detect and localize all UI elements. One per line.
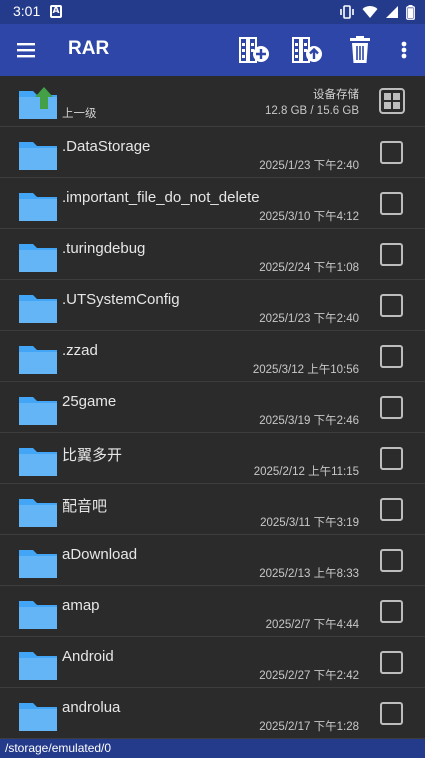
status-bar: 3:01 A xyxy=(0,0,425,24)
app-title: RAR xyxy=(68,38,110,59)
folder-icon xyxy=(19,244,57,272)
battery-icon xyxy=(406,4,415,20)
file-date: 2025/2/24 下午1:08 xyxy=(259,262,359,274)
status-icons xyxy=(339,4,415,20)
file-name: Android xyxy=(62,648,114,665)
notification-icon: A xyxy=(50,5,62,18)
file-row[interactable]: 配音吧 2025/3/11 下午3:19 xyxy=(0,484,425,535)
storage-size: 12.8 GB / 15.6 GB xyxy=(265,105,359,117)
status-time: 3:01 xyxy=(13,3,41,19)
file-name: 25game xyxy=(62,393,117,410)
select-checkbox[interactable] xyxy=(380,396,403,419)
app-bar: RAR xyxy=(0,24,425,76)
folder-icon xyxy=(19,499,57,527)
folder-icon xyxy=(19,448,57,476)
file-name: aDownload xyxy=(62,546,138,563)
signal-icon xyxy=(386,6,398,18)
file-date: 2025/1/23 下午2:40 xyxy=(259,160,359,172)
select-checkbox[interactable] xyxy=(380,192,403,215)
add-to-archive-icon[interactable] xyxy=(238,36,270,64)
grid-view-icon[interactable] xyxy=(379,88,405,114)
file-row[interactable]: androlua 2025/2/17 下午1:28 xyxy=(0,688,425,739)
select-checkbox[interactable] xyxy=(380,549,403,572)
file-list: 上一级 设备存储 12.8 GB / 15.6 GB .DataStorage … xyxy=(0,76,425,739)
folder-icon xyxy=(19,703,57,731)
file-date: 2025/3/10 下午4:12 xyxy=(259,211,359,223)
folder-icon xyxy=(19,652,57,680)
file-date: 2025/3/19 下午2:46 xyxy=(259,415,359,427)
file-date: 2025/1/23 下午2:40 xyxy=(259,313,359,325)
file-name: 比翼多开 xyxy=(62,447,123,464)
file-name: .UTSystemConfig xyxy=(62,291,180,308)
file-date: 2025/3/12 上午10:56 xyxy=(252,364,359,376)
file-name: .zzad xyxy=(62,342,98,359)
file-row[interactable]: .important_file_do_not_delete 2025/3/10 … xyxy=(0,178,425,229)
vibrate-icon xyxy=(340,5,354,19)
select-checkbox[interactable] xyxy=(380,294,403,317)
folder-icon xyxy=(19,601,57,629)
path-bar: /storage/emulated/0 xyxy=(0,739,425,758)
more-options-icon[interactable] xyxy=(394,36,414,64)
delete-icon[interactable] xyxy=(344,36,376,64)
wifi-icon xyxy=(362,6,378,19)
folder-icon xyxy=(19,193,57,221)
select-checkbox[interactable] xyxy=(380,345,403,368)
file-name: androlua xyxy=(62,699,121,716)
select-checkbox[interactable] xyxy=(380,243,403,266)
folder-icon xyxy=(19,346,57,374)
file-name: .DataStorage xyxy=(62,138,151,155)
file-row[interactable]: .UTSystemConfig 2025/1/23 下午2:40 xyxy=(0,280,425,331)
select-checkbox[interactable] xyxy=(380,498,403,521)
folder-icon xyxy=(19,142,57,170)
parent-directory-row[interactable]: 上一级 设备存储 12.8 GB / 15.6 GB xyxy=(0,76,425,127)
parent-directory-label: 上一级 xyxy=(62,108,97,120)
file-date: 2025/2/17 下午1:28 xyxy=(259,721,359,733)
select-checkbox[interactable] xyxy=(380,702,403,725)
select-checkbox[interactable] xyxy=(380,651,403,674)
file-date: 2025/2/12 上午11:15 xyxy=(253,466,359,478)
parent-folder-icon xyxy=(19,87,57,119)
select-checkbox[interactable] xyxy=(380,447,403,470)
extract-archive-icon[interactable] xyxy=(291,36,323,64)
file-date: 2025/2/13 上午8:33 xyxy=(259,568,359,580)
folder-icon xyxy=(19,397,57,425)
file-row[interactable]: 25game 2025/3/19 下午2:46 xyxy=(0,382,425,433)
menu-icon[interactable] xyxy=(14,38,38,62)
select-checkbox[interactable] xyxy=(380,141,403,164)
select-checkbox[interactable] xyxy=(380,600,403,623)
storage-label: 设备存储 xyxy=(313,89,359,101)
file-row[interactable]: Android 2025/2/27 下午2:42 xyxy=(0,637,425,688)
file-date: 2025/3/11 下午3:19 xyxy=(260,517,359,529)
file-date: 2025/2/7 下午4:44 xyxy=(265,619,359,631)
file-name: .important_file_do_not_delete xyxy=(62,189,260,206)
file-name: .turingdebug xyxy=(62,240,146,257)
file-name: amap xyxy=(62,597,100,614)
file-row[interactable]: .DataStorage 2025/1/23 下午2:40 xyxy=(0,127,425,178)
file-row[interactable]: .zzad 2025/3/12 上午10:56 xyxy=(0,331,425,382)
folder-icon xyxy=(19,295,57,323)
folder-icon xyxy=(19,550,57,578)
file-row[interactable]: 比翼多开 2025/2/12 上午11:15 xyxy=(0,433,425,484)
file-row[interactable]: .turingdebug 2025/2/24 下午1:08 xyxy=(0,229,425,280)
file-row[interactable]: amap 2025/2/7 下午4:44 xyxy=(0,586,425,637)
file-date: 2025/2/27 下午2:42 xyxy=(259,670,359,682)
file-row[interactable]: aDownload 2025/2/13 上午8:33 xyxy=(0,535,425,586)
file-name: 配音吧 xyxy=(62,498,108,515)
